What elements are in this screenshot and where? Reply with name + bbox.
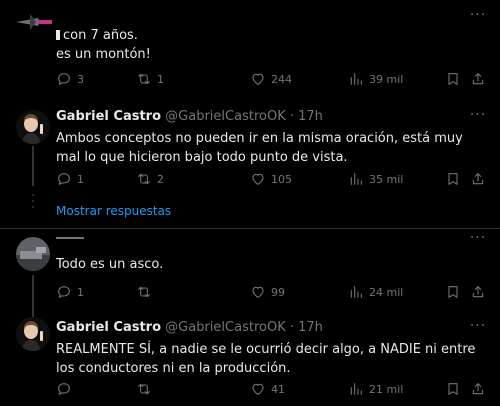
share-button[interactable]	[470, 380, 486, 398]
action-bar: 3 1 244 39 mil	[56, 70, 488, 88]
like-button[interactable]: 41	[250, 380, 285, 398]
reply-icon	[56, 284, 72, 300]
post-header: Gabriel Castro @GabrielCastroOK · 17h	[56, 319, 488, 336]
avatar[interactable]	[16, 317, 50, 351]
more-icon[interactable]: ···	[468, 108, 488, 124]
bookmark-button[interactable]	[445, 170, 461, 188]
post-header: Gabriel Castro @GabrielCastroOK · 17h	[56, 108, 488, 125]
like-button[interactable]: 99	[250, 283, 285, 301]
views-icon	[348, 284, 364, 300]
reply-icon	[56, 71, 72, 87]
more-icon[interactable]: ···	[468, 8, 488, 24]
reply-icon	[56, 171, 72, 187]
views-button[interactable]: 35 mil	[348, 170, 403, 188]
author-handle[interactable]: @GabrielCastroOK	[165, 109, 286, 124]
separator: ·	[289, 109, 294, 124]
thread-line	[32, 146, 34, 186]
heart-icon	[250, 381, 266, 397]
bookmark-button[interactable]	[445, 283, 461, 301]
share-icon	[470, 381, 486, 397]
show-replies-link[interactable]: Mostrar respuestas	[56, 204, 171, 218]
retweet-button[interactable]: 2	[136, 170, 164, 188]
avatar-image	[16, 14, 52, 30]
bookmark-button[interactable]	[445, 70, 461, 88]
timestamp[interactable]: 17h	[298, 320, 323, 335]
thread-dots	[31, 194, 35, 212]
views-button[interactable]: 39 mil	[348, 70, 403, 88]
more-icon[interactable]: ···	[468, 231, 488, 247]
timestamp[interactable]: 17h	[298, 109, 323, 124]
avatar-image	[16, 110, 50, 144]
post-text: Todo es un asco.	[56, 257, 164, 272]
share-icon	[470, 284, 486, 300]
avatar-image	[16, 237, 50, 271]
like-button[interactable]: 244	[250, 70, 292, 88]
redacted-mark	[56, 30, 60, 40]
bookmark-icon	[445, 381, 461, 397]
views-button[interactable]: 21 mil	[348, 380, 403, 398]
retweet-button[interactable]	[136, 283, 157, 301]
action-bar: 1 2 105 35 mil	[56, 170, 488, 188]
heart-icon	[250, 284, 266, 300]
action-bar: 1 99 24 mil	[56, 283, 488, 301]
reply-button[interactable]: 3	[56, 70, 84, 88]
author-name[interactable]: Gabriel Castro	[56, 320, 161, 335]
views-icon	[348, 171, 364, 187]
reply-icon	[56, 381, 72, 397]
post-header	[56, 229, 488, 243]
share-icon	[470, 171, 486, 187]
post-2[interactable]: Gabriel Castro @GabrielCastroOK · 17h ··…	[0, 98, 500, 228]
post-1[interactable]: con 7 años. es un montón! ··· 3 1 244 39…	[0, 0, 500, 98]
heart-icon	[250, 171, 266, 187]
share-button[interactable]	[470, 170, 486, 188]
retweet-icon	[136, 381, 152, 397]
post-text: REALMENTE SÍ, a nadie se le ocurrió deci…	[56, 342, 476, 376]
like-button[interactable]: 105	[250, 170, 292, 188]
bookmark-icon	[445, 171, 461, 187]
avatar[interactable]	[16, 8, 52, 36]
reply-button[interactable]: 1	[56, 283, 84, 301]
avatar[interactable]	[16, 237, 50, 271]
post-3[interactable]: ··· Todo es un asco. 1 99 24 mil	[0, 229, 500, 335]
share-button[interactable]	[470, 283, 486, 301]
bookmark-icon	[445, 71, 461, 87]
author-name-redacted	[56, 236, 84, 239]
retweet-icon	[136, 171, 152, 187]
retweet-button[interactable]: 1	[136, 70, 164, 88]
author-handle[interactable]: @GabrielCastroOK	[165, 320, 286, 335]
more-icon[interactable]: ···	[468, 319, 488, 335]
reply-button[interactable]	[56, 380, 77, 398]
views-icon	[348, 71, 364, 87]
share-button[interactable]	[470, 70, 486, 88]
share-icon	[470, 71, 486, 87]
author-name[interactable]: Gabriel Castro	[56, 109, 161, 124]
retweet-button[interactable]	[136, 380, 157, 398]
bookmark-icon	[445, 284, 461, 300]
separator: ·	[289, 320, 294, 335]
reply-button[interactable]: 1	[56, 170, 84, 188]
action-bar: 41 21 mil	[56, 380, 488, 398]
heart-icon	[250, 71, 266, 87]
post-text: con 7 años. es un montón!	[56, 28, 151, 62]
views-button[interactable]: 24 mil	[348, 283, 403, 301]
retweet-icon	[136, 284, 152, 300]
post-text: Ambos conceptos no pueden ir en la misma…	[56, 131, 463, 165]
views-icon	[348, 381, 364, 397]
retweet-icon	[136, 71, 152, 87]
avatar-image	[16, 317, 50, 351]
avatar[interactable]	[16, 110, 50, 144]
post-4[interactable]: Gabriel Castro @GabrielCastroOK · 17h ··…	[0, 309, 500, 406]
bookmark-button[interactable]	[445, 380, 461, 398]
